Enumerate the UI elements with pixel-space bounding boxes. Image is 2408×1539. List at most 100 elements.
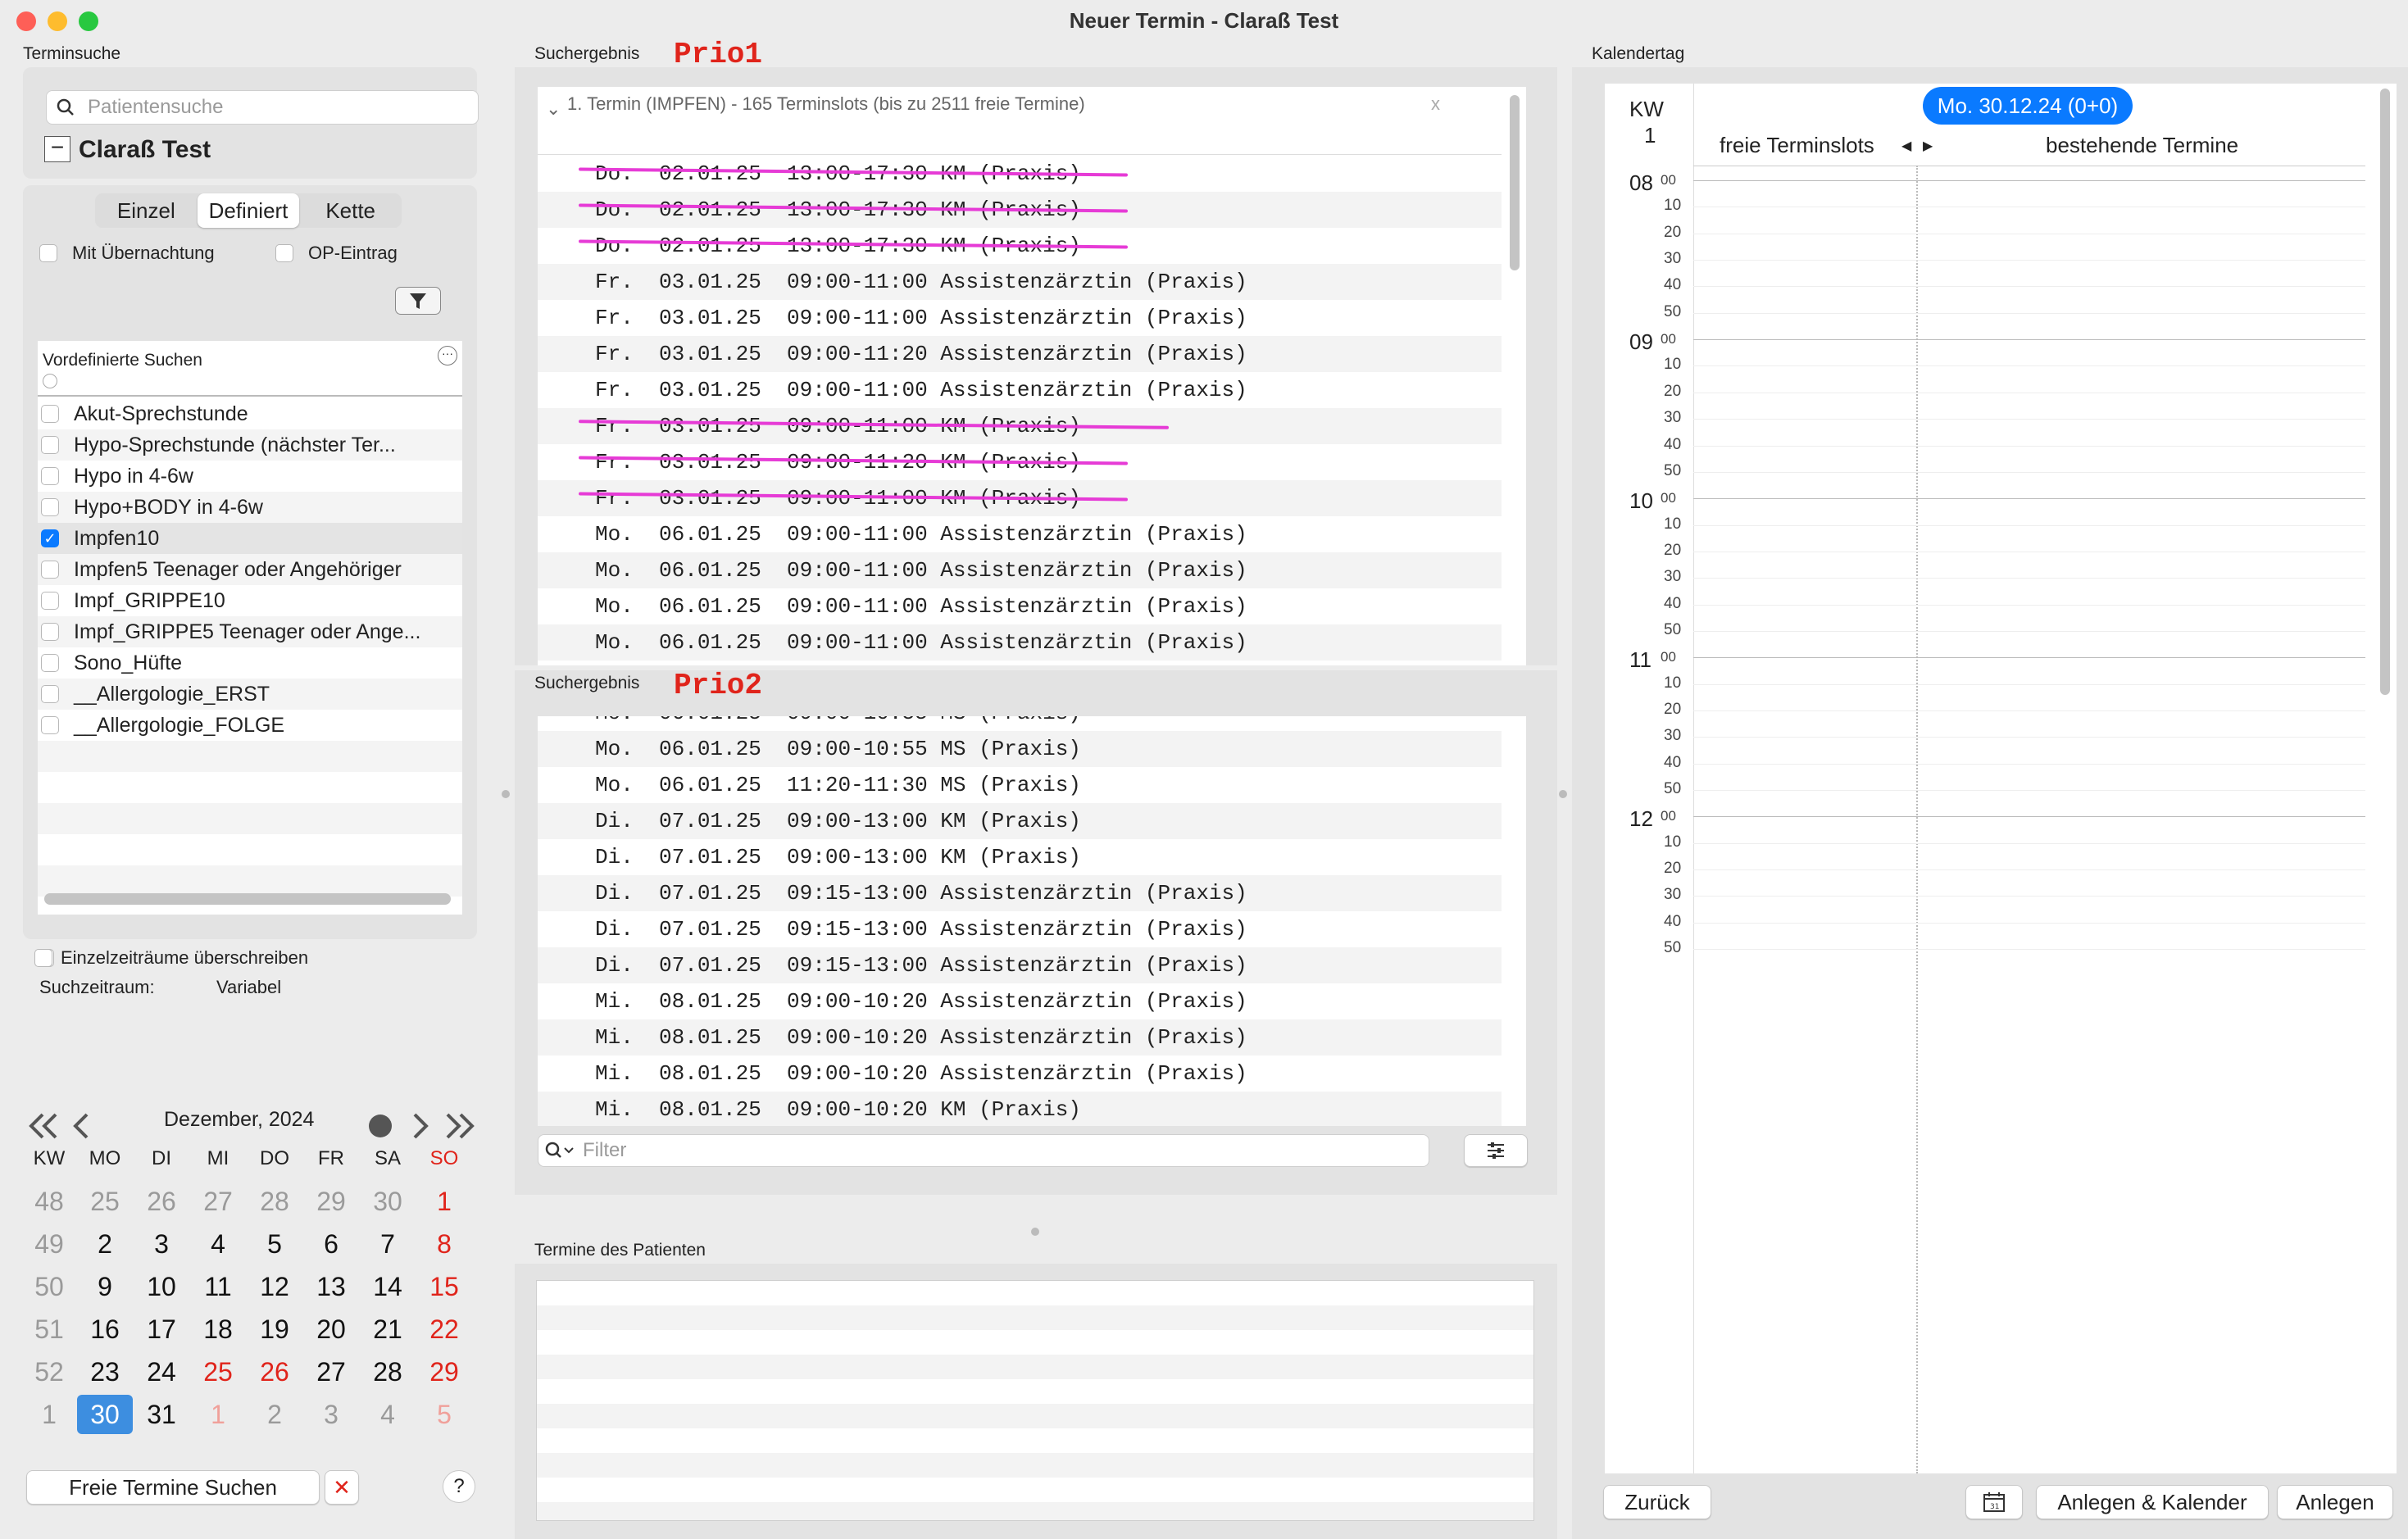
calendar-day[interactable]: 28 bbox=[360, 1357, 416, 1387]
table-row[interactable]: Fr. 03.01.25 09:00-11:00 Assistenzärztin… bbox=[538, 300, 1502, 336]
calendar-day[interactable]: 22 bbox=[416, 1314, 472, 1345]
calendar-day[interactable]: 21 bbox=[360, 1314, 416, 1345]
list-item[interactable]: Impf_GRIPPE5 Teenager oder Ange... bbox=[38, 616, 462, 647]
results1-scrollbar[interactable] bbox=[1510, 95, 1520, 270]
calendar-day[interactable]: 12 bbox=[247, 1272, 302, 1302]
chevron-down-icon[interactable]: ⌄ bbox=[546, 98, 561, 120]
item-checkbox[interactable] bbox=[41, 623, 59, 641]
table-row[interactable]: Mo. 06.01.25 11:20-11:30 MS (Praxis) bbox=[538, 767, 1502, 803]
item-checkbox[interactable] bbox=[41, 654, 59, 672]
item-checkbox[interactable]: ✓ bbox=[41, 529, 59, 547]
calendar-day[interactable]: 26 bbox=[247, 1357, 302, 1387]
tab-kette[interactable]: Kette bbox=[299, 193, 402, 228]
table-row[interactable]: Mi. 08.01.25 09:00-10:20 Assistenzärztin… bbox=[538, 983, 1502, 1019]
filter-button[interactable] bbox=[395, 287, 441, 315]
item-checkbox[interactable] bbox=[41, 467, 59, 485]
prev-year-icon[interactable] bbox=[25, 1111, 62, 1141]
tab-definiert[interactable]: Definiert bbox=[197, 193, 300, 228]
results-filter-input[interactable]: Filter bbox=[538, 1134, 1429, 1167]
override-checkbox-2[interactable] bbox=[34, 949, 52, 967]
calendar-day[interactable]: 31 bbox=[134, 1400, 189, 1430]
calendar-day[interactable]: 11 bbox=[190, 1272, 246, 1302]
list-item[interactable]: Impfen5 Teenager oder Angehöriger bbox=[38, 554, 462, 585]
predefined-scrollbar[interactable] bbox=[44, 893, 451, 905]
item-checkbox[interactable] bbox=[41, 498, 59, 516]
table-row[interactable]: Mo. 06.01.25 09:00-11:00 Assistenzärztin… bbox=[538, 552, 1502, 588]
today-dot-icon[interactable] bbox=[369, 1115, 392, 1137]
op-entry-checkbox[interactable] bbox=[275, 244, 293, 262]
table-row[interactable]: Mi. 08.01.25 09:00-10:20 Assistenzärztin… bbox=[538, 1056, 1502, 1092]
table-row[interactable]: Fr. 03.01.25 09:00-11:20 KM (Praxis) bbox=[538, 444, 1502, 480]
create-button[interactable]: Anlegen bbox=[2277, 1485, 2393, 1519]
item-checkbox[interactable] bbox=[41, 592, 59, 610]
list-item[interactable]: Sono_Hüfte bbox=[38, 647, 462, 679]
calendar-day[interactable]: 25 bbox=[190, 1357, 246, 1387]
table-row[interactable]: Fr. 03.01.25 09:00-11:00 KM (Praxis) bbox=[538, 480, 1502, 516]
table-row[interactable]: Fr. 03.01.25 09:00-11:00 Assistenzärztin… bbox=[538, 372, 1502, 408]
list-item[interactable]: Hypo-Sprechstunde (nächster Ter... bbox=[38, 429, 462, 461]
table-row[interactable]: Do. 02.01.25 13:00-17:30 KM (Praxis) bbox=[538, 156, 1502, 192]
item-checkbox[interactable] bbox=[41, 561, 59, 579]
tab-einzel[interactable]: Einzel bbox=[95, 193, 198, 228]
calendar-day[interactable]: 27 bbox=[303, 1357, 359, 1387]
calendar-day[interactable]: 6 bbox=[303, 1229, 359, 1260]
item-checkbox[interactable] bbox=[41, 436, 59, 454]
calendar-day[interactable]: 27 bbox=[190, 1187, 246, 1217]
filter-settings-button[interactable] bbox=[1464, 1134, 1528, 1167]
table-row[interactable]: Di. 07.01.25 09:15-13:00 Assistenzärztin… bbox=[538, 911, 1502, 947]
results1-group-header[interactable]: 1. Termin (IMPFEN) - 165 Terminslots (bi… bbox=[567, 93, 1085, 115]
calendar-day-selected[interactable]: 30 bbox=[77, 1395, 133, 1434]
calendar-day[interactable]: 19 bbox=[247, 1314, 302, 1345]
calendar-day[interactable]: 2 bbox=[77, 1229, 133, 1260]
list-item[interactable]: __Allergologie_ERST bbox=[38, 679, 462, 710]
list-item[interactable]: Akut-Sprechstunde bbox=[38, 398, 462, 429]
calendar-day[interactable]: 13 bbox=[303, 1272, 359, 1302]
calendar-day[interactable]: 26 bbox=[134, 1187, 189, 1217]
day-scrollbar[interactable] bbox=[2380, 89, 2390, 695]
table-row[interactable]: Di. 07.01.25 09:15-13:00 Assistenzärztin… bbox=[538, 875, 1502, 911]
create-and-calendar-button[interactable]: Anlegen & Kalender bbox=[2036, 1485, 2269, 1519]
calendar-button[interactable]: 31 bbox=[1965, 1485, 2023, 1519]
calendar-day[interactable]: 16 bbox=[77, 1314, 133, 1345]
item-checkbox[interactable] bbox=[41, 716, 59, 734]
table-row[interactable]: Di. 07.01.25 09:00-13:00 KM (Praxis) bbox=[538, 839, 1502, 875]
predefined-radio[interactable] bbox=[43, 374, 57, 388]
next-month-icon[interactable] bbox=[410, 1111, 431, 1141]
help-button[interactable]: ? bbox=[443, 1470, 475, 1503]
calendar-day[interactable]: 14 bbox=[360, 1272, 416, 1302]
calendar-day[interactable]: 9 bbox=[77, 1272, 133, 1302]
calendar-day[interactable]: 5 bbox=[247, 1229, 302, 1260]
calendar-day[interactable]: 5 bbox=[416, 1400, 472, 1430]
search-free-slots-button[interactable]: Freie Termine Suchen bbox=[26, 1470, 320, 1505]
table-row[interactable]: Di. 07.01.25 09:15-13:00 Assistenzärztin… bbox=[538, 947, 1502, 983]
list-item[interactable]: Impf_GRIPPE10 bbox=[38, 585, 462, 616]
calendar-day[interactable]: 4 bbox=[190, 1229, 246, 1260]
table-row[interactable]: Di. 07.01.25 09:00-13:00 KM (Praxis) bbox=[538, 803, 1502, 839]
calendar-day[interactable]: 29 bbox=[416, 1357, 472, 1387]
table-row-partial[interactable]: Mo. 06.01.25 09:00-10:55 MS (Praxis) bbox=[538, 716, 1502, 731]
calendar-day[interactable]: 4 bbox=[360, 1400, 416, 1430]
split-handle-bottom[interactable] bbox=[1031, 1228, 1039, 1236]
list-item[interactable]: ✓ Impfen10 bbox=[38, 523, 462, 554]
next-year-icon[interactable] bbox=[441, 1111, 479, 1141]
calendar-day[interactable]: 23 bbox=[77, 1357, 133, 1387]
results1-close-icon[interactable]: x bbox=[1431, 93, 1440, 115]
item-checkbox[interactable] bbox=[41, 405, 59, 423]
calendar-day[interactable]: 7 bbox=[360, 1229, 416, 1260]
table-row[interactable]: Mo. 06.01.25 09:00-11:00 Assistenzärztin… bbox=[538, 588, 1502, 624]
calendar-day[interactable]: 10 bbox=[134, 1272, 189, 1302]
list-item[interactable]: Hypo in 4-6w bbox=[38, 461, 462, 492]
calendar-day[interactable]: 3 bbox=[303, 1400, 359, 1430]
patient-search-input[interactable]: Patientensuche bbox=[46, 90, 479, 125]
table-row[interactable]: Fr. 03.01.25 09:00-11:00 KM (Praxis) bbox=[538, 408, 1502, 444]
more-options-icon[interactable]: ··· bbox=[438, 346, 457, 365]
list-item[interactable]: __Allergologie_FOLGE bbox=[38, 710, 462, 741]
prev-month-icon[interactable] bbox=[70, 1111, 92, 1141]
collapse-patient-button[interactable]: − bbox=[44, 136, 70, 162]
list-item[interactable]: Hypo+BODY in 4-6w bbox=[38, 492, 462, 523]
calendar-day[interactable]: 15 bbox=[416, 1272, 472, 1302]
overnight-checkbox[interactable] bbox=[39, 244, 57, 262]
table-row[interactable]: Mo. 06.01.25 09:00-11:00 Assistenzärztin… bbox=[538, 516, 1502, 552]
back-button[interactable]: Zurück bbox=[1603, 1485, 1711, 1519]
table-row[interactable]: Fr. 03.01.25 09:00-11:20 Assistenzärztin… bbox=[538, 336, 1502, 372]
